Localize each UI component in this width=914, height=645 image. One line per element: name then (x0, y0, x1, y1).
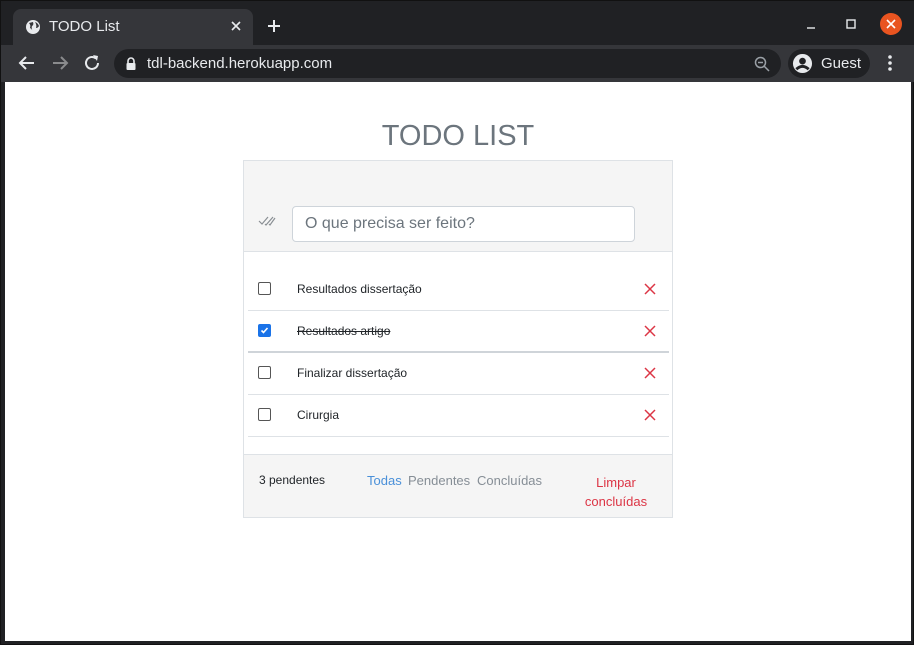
todo-list: Resultados dissertação Resultados artigo (248, 269, 669, 437)
forward-arrow-icon[interactable] (49, 52, 71, 74)
page-content: TODO LIST Resultados dissertação (5, 82, 911, 641)
avatar-icon (792, 53, 813, 74)
window-close-icon[interactable] (880, 13, 902, 35)
browser-tab[interactable]: TODO List (13, 9, 253, 45)
clear-completed-line1: Limpar (596, 475, 636, 490)
todo-card: Resultados dissertação Resultados artigo (243, 160, 673, 518)
todo-item: Resultados artigo (248, 311, 669, 353)
delete-icon[interactable] (643, 408, 657, 422)
page-title: TODO LIST (381, 120, 535, 152)
todo-label[interactable]: Finalizar dissertação (297, 366, 407, 380)
todo-label[interactable]: Cirurgia (297, 408, 339, 422)
todo-checkbox[interactable] (258, 366, 271, 379)
browser-toolbar: tdl-backend.herokuapp.com Guest (1, 45, 914, 82)
filter-pending-link[interactable]: Pendentes (408, 473, 470, 488)
title-bar: TODO List (1, 1, 914, 45)
delete-icon[interactable] (643, 366, 657, 380)
todo-header (244, 161, 672, 252)
lock-icon (126, 57, 136, 70)
clear-completed-line2: concluídas (584, 494, 648, 509)
browser-window: TODO List tdl-backend.herokuapp.com Gues… (0, 0, 914, 645)
close-tab-icon[interactable] (227, 17, 245, 35)
todo-label[interactable]: Resultados artigo (297, 324, 390, 338)
profile-name: Guest (821, 55, 862, 72)
filter-all-link[interactable]: Todas (367, 473, 402, 488)
url-text: tdl-backend.herokuapp.com (147, 55, 333, 72)
todo-footer: 3 pendentes Todas Pendentes Concluídas L… (244, 454, 672, 517)
filter-completed-link[interactable]: Concluídas (477, 473, 542, 488)
new-todo-input[interactable] (292, 206, 635, 242)
kebab-menu-icon[interactable] (881, 52, 899, 74)
back-arrow-icon[interactable] (16, 52, 38, 74)
globe-icon (26, 20, 40, 34)
delete-icon[interactable] (643, 282, 657, 296)
clear-completed-button[interactable]: Limpar concluídas (576, 473, 656, 511)
tab-title: TODO List (49, 18, 120, 35)
delete-icon[interactable] (643, 324, 657, 338)
maximize-icon[interactable] (841, 15, 861, 35)
todo-item: Cirurgia (248, 395, 669, 437)
todo-checkbox[interactable] (258, 282, 271, 295)
todo-item: Resultados dissertação (248, 269, 669, 311)
reload-icon[interactable] (81, 52, 103, 74)
address-bar[interactable]: tdl-backend.herokuapp.com (114, 49, 781, 78)
minimize-icon[interactable] (801, 15, 821, 35)
double-check-icon[interactable] (258, 214, 276, 228)
todo-checkbox-checked[interactable] (258, 324, 271, 337)
profile-button[interactable]: Guest (788, 49, 870, 78)
new-tab-icon[interactable] (264, 16, 284, 36)
todo-label[interactable]: Resultados dissertação (297, 282, 422, 296)
todo-item: Finalizar dissertação (248, 353, 669, 395)
checkmark-icon (260, 327, 269, 334)
todo-checkbox[interactable] (258, 408, 271, 421)
pending-count: 3 pendentes (259, 473, 326, 487)
zoom-icon[interactable] (753, 55, 771, 73)
